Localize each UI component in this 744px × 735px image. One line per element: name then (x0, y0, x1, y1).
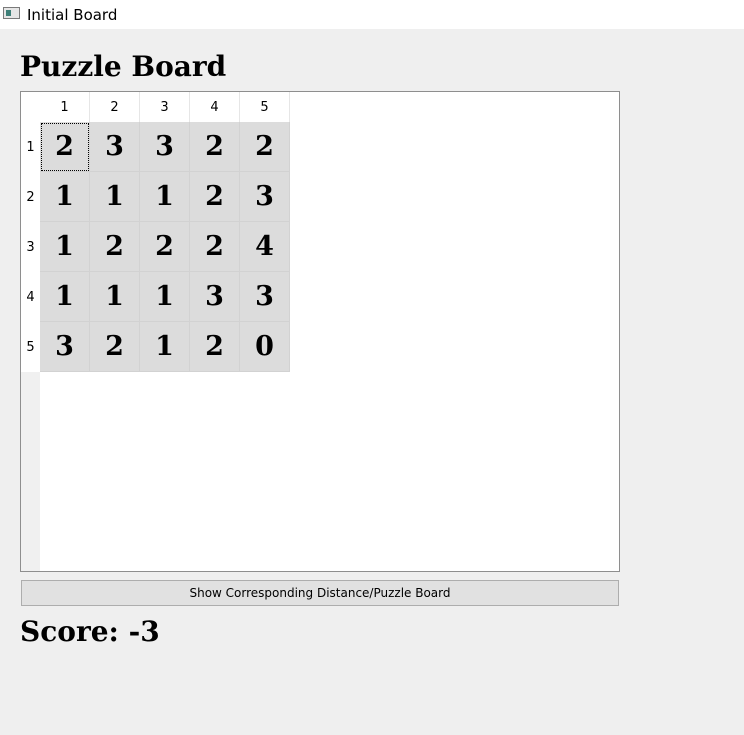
board-cell[interactable]: 1 (40, 272, 90, 322)
column-header[interactable]: 1 (40, 92, 90, 122)
row-header[interactable]: 2 (21, 172, 40, 222)
column-header[interactable]: 5 (240, 92, 290, 122)
board-cell[interactable]: 1 (140, 272, 190, 322)
board-cell[interactable]: 1 (40, 172, 90, 222)
board-cell[interactable]: 2 (240, 122, 290, 172)
board-cell[interactable]: 0 (240, 322, 290, 372)
board-cell[interactable]: 3 (240, 272, 290, 322)
board-title: Puzzle Board (20, 50, 227, 83)
row-header[interactable]: 3 (21, 222, 40, 272)
row-header[interactable]: 4 (21, 272, 40, 322)
board-cell[interactable]: 2 (190, 172, 240, 222)
board-cell[interactable]: 2 (140, 222, 190, 272)
board-cell[interactable]: 1 (90, 172, 140, 222)
board-cell[interactable]: 3 (190, 272, 240, 322)
board-cell[interactable]: 3 (40, 322, 90, 372)
column-header[interactable]: 3 (140, 92, 190, 122)
board-cell[interactable]: 3 (140, 122, 190, 172)
board-cell[interactable]: 1 (140, 172, 190, 222)
row-header[interactable]: 5 (21, 322, 40, 372)
board-cell[interactable]: 3 (90, 122, 140, 172)
board-cell[interactable]: 2 (90, 322, 140, 372)
board-cell[interactable]: 2 (190, 222, 240, 272)
score-label: Score: -3 (20, 615, 160, 648)
board-cell[interactable]: 2 (190, 322, 240, 372)
board-cell[interactable]: 1 (90, 272, 140, 322)
board-cell[interactable]: 1 (40, 222, 90, 272)
board-cell[interactable]: 2 (90, 222, 140, 272)
puzzle-board-table[interactable]: 12345123452332211123122241113332120 (20, 91, 620, 572)
title-bar: Initial Board (0, 0, 744, 29)
column-header[interactable]: 4 (190, 92, 240, 122)
board-cell[interactable]: 1 (140, 322, 190, 372)
table-corner[interactable] (21, 92, 40, 122)
column-header[interactable]: 2 (90, 92, 140, 122)
window-title: Initial Board (27, 6, 118, 24)
board-cell[interactable]: 2 (40, 122, 90, 172)
window-app-icon (3, 7, 20, 19)
show-distance-puzzle-board-button[interactable]: Show Corresponding Distance/Puzzle Board (21, 580, 619, 606)
board-cell[interactable]: 4 (240, 222, 290, 272)
row-header[interactable]: 1 (21, 122, 40, 172)
board-cell[interactable]: 2 (190, 122, 240, 172)
board-cell[interactable]: 3 (240, 172, 290, 222)
